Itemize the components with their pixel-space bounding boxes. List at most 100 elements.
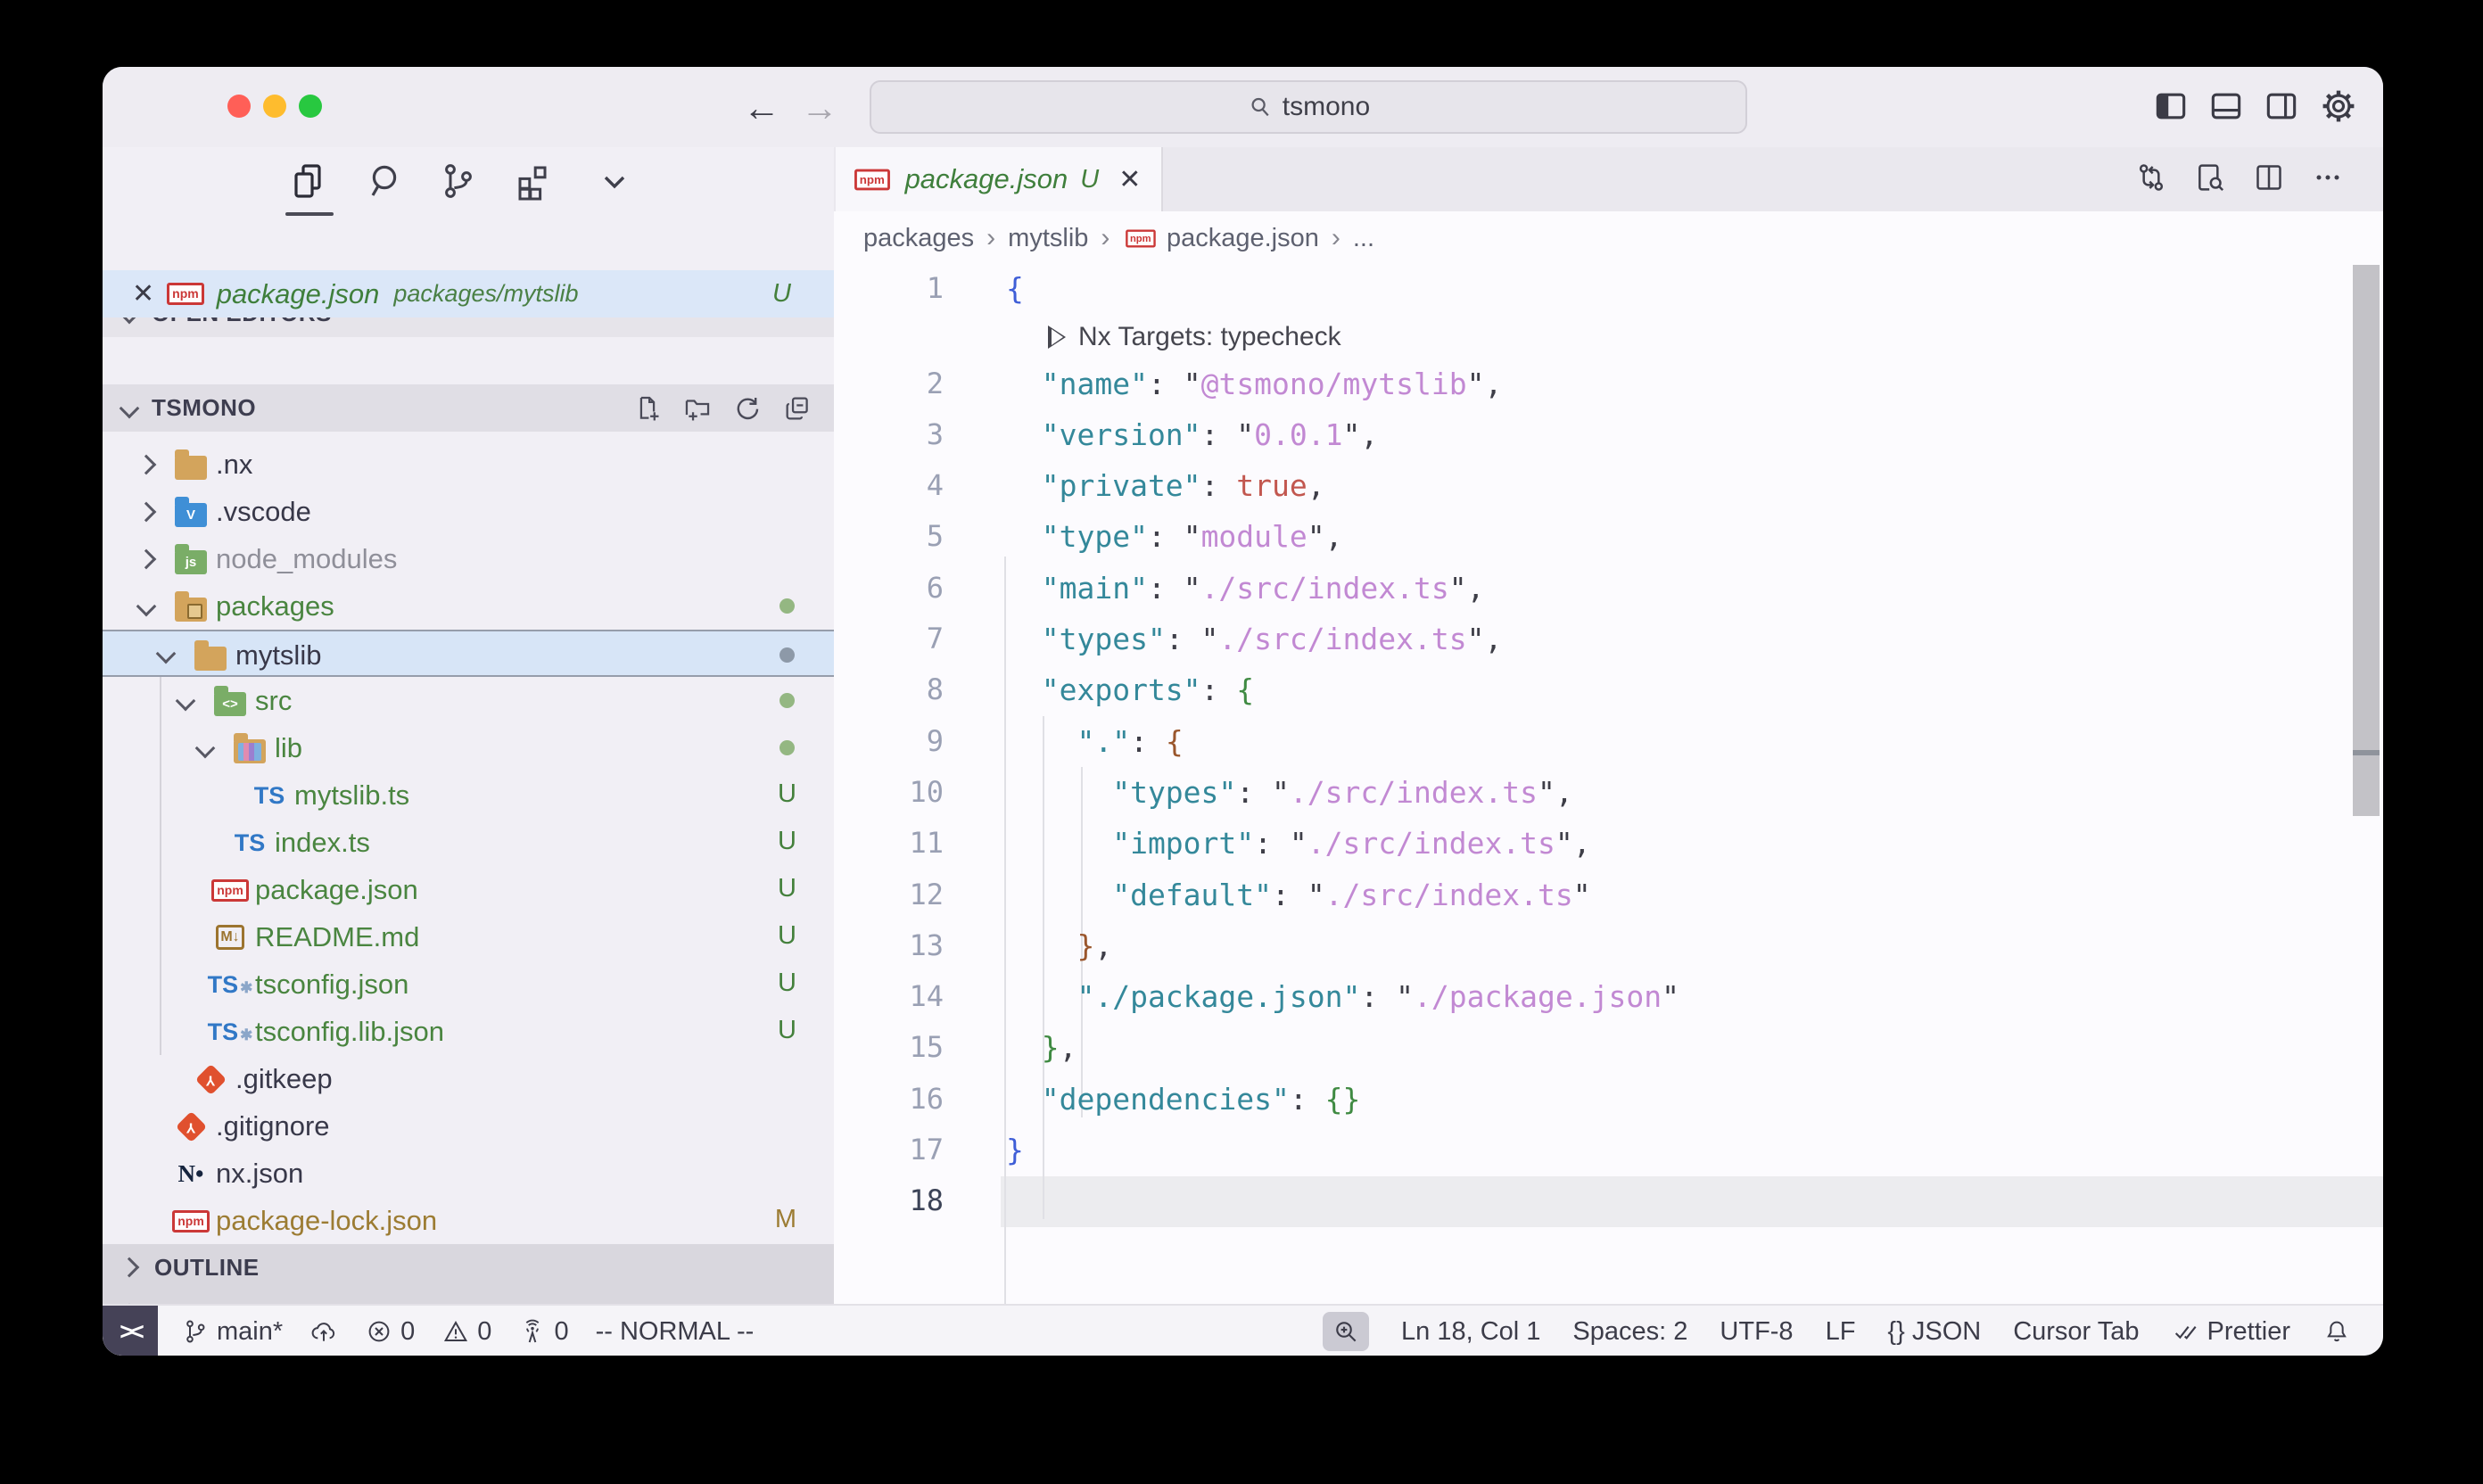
status-item-utf-8[interactable]: UTF-8 bbox=[1720, 1317, 1793, 1347]
breadcrumb-item[interactable]: mytslib bbox=[1008, 224, 1088, 253]
tree-item-.gitignore[interactable]: Y.gitignore bbox=[103, 1102, 834, 1150]
status-item-0[interactable]: 0 bbox=[518, 1317, 568, 1347]
section-header-outline[interactable]: OUTLINE bbox=[103, 1244, 834, 1290]
explorer-icon[interactable] bbox=[286, 160, 329, 202]
back-button[interactable]: ← bbox=[743, 87, 780, 129]
settings-gear-icon[interactable] bbox=[2319, 87, 2358, 126]
open-changes-icon[interactable] bbox=[2133, 160, 2169, 195]
code-line-10: "types": "./src/index.ts", bbox=[1006, 767, 1573, 818]
status-item-0[interactable]: 0 bbox=[365, 1317, 415, 1347]
chevron-right-icon bbox=[120, 1257, 140, 1278]
remote-indicator[interactable]: >< bbox=[103, 1306, 158, 1356]
double-check-icon bbox=[2172, 1317, 2200, 1346]
breadcrumbs: packages›mytslib›npmpackage.json›... bbox=[834, 211, 2383, 265]
status-item-spaces-2[interactable]: Spaces: 2 bbox=[1572, 1317, 1687, 1347]
tree-item-mytslib.ts[interactable]: TSmytslib.tsU bbox=[103, 771, 834, 819]
tree-item-nx.json[interactable]: N•nx.json bbox=[103, 1150, 834, 1197]
toggle-secondary-sidebar-icon[interactable] bbox=[2262, 87, 2301, 126]
status-item-cursor-tab[interactable]: Cursor Tab bbox=[2013, 1317, 2139, 1347]
close-tab-icon[interactable]: ✕ bbox=[1118, 164, 1141, 195]
folder-icon bbox=[194, 647, 227, 671]
chevron-down-icon bbox=[176, 691, 196, 712]
line-number: 3 bbox=[834, 409, 944, 460]
new-folder-icon[interactable] bbox=[682, 393, 713, 424]
status-item--json[interactable]: {} JSON bbox=[1887, 1317, 1981, 1347]
code-line-7: "types": "./src/index.ts", bbox=[1006, 614, 1502, 664]
code-line-5: "type": "module", bbox=[1006, 511, 1343, 562]
code-line-3: "version": "0.0.1", bbox=[1006, 409, 1378, 460]
command-center-search[interactable]: tsmono bbox=[870, 80, 1747, 134]
tree-item-README.md[interactable]: M↓README.mdU bbox=[103, 913, 834, 960]
refresh-icon[interactable] bbox=[732, 393, 763, 424]
codelens-nx-targets[interactable]: Nx Targets: typecheck bbox=[1048, 322, 1341, 352]
more-actions-icon[interactable] bbox=[2310, 160, 2346, 195]
packages-folder-icon bbox=[175, 598, 207, 622]
lib-folder-icon bbox=[234, 739, 266, 763]
breadcrumb-item[interactable]: ... bbox=[1353, 224, 1374, 253]
tree-item-tsconfig.json[interactable]: TS✱tsconfig.jsonU bbox=[103, 960, 834, 1008]
line-number: 6 bbox=[834, 563, 944, 614]
tree-item-.vscode[interactable]: V.vscode bbox=[103, 488, 834, 535]
code-line-12: "default": "./src/index.ts" bbox=[1006, 870, 1591, 920]
line-number: 10 bbox=[834, 767, 944, 818]
new-file-icon[interactable] bbox=[632, 393, 663, 424]
vertical-scrollbar[interactable] bbox=[2353, 265, 2380, 816]
tab-package-json[interactable]: npm package.json U ✕ bbox=[836, 147, 1163, 211]
tree-item-mytslib[interactable]: mytslib bbox=[103, 630, 834, 677]
extensions-icon[interactable] bbox=[511, 160, 554, 202]
explorer-section-header[interactable]: TSMONO bbox=[103, 384, 834, 432]
tree-item-src[interactable]: <>src bbox=[103, 677, 834, 724]
close-editor-icon[interactable]: ✕ bbox=[132, 278, 154, 309]
toggle-primary-sidebar-icon[interactable] bbox=[2151, 87, 2190, 126]
run-icon bbox=[1048, 326, 1066, 349]
tab-bar: npm package.json U ✕ bbox=[834, 147, 2383, 213]
status-item-ln-18-col-1[interactable]: Ln 18, Col 1 bbox=[1401, 1317, 1540, 1347]
chevron-right-icon bbox=[136, 549, 157, 570]
collapse-all-icon[interactable] bbox=[782, 393, 813, 424]
tree-item-label: packages bbox=[216, 590, 334, 622]
search-icon[interactable] bbox=[364, 160, 407, 202]
breadcrumb-item[interactable]: packages bbox=[863, 224, 974, 253]
forward-button[interactable]: → bbox=[801, 87, 838, 129]
tree-item-package.json[interactable]: npmpackage.jsonU bbox=[103, 866, 834, 913]
close-window-button[interactable] bbox=[227, 95, 251, 118]
status-item-main-[interactable]: main* bbox=[181, 1317, 283, 1347]
tree-item-packages[interactable]: packages bbox=[103, 582, 834, 630]
status-item[interactable] bbox=[309, 1317, 338, 1346]
tree-item-index.ts[interactable]: TSindex.tsU bbox=[103, 819, 834, 866]
toggle-panel-icon[interactable] bbox=[2207, 87, 2246, 126]
status-item-prettier[interactable]: Prettier bbox=[2172, 1317, 2290, 1347]
code-line-13: }, bbox=[1006, 920, 1112, 971]
preview-icon[interactable] bbox=[2192, 160, 2228, 195]
minimize-window-button[interactable] bbox=[263, 95, 286, 118]
tree-item-package-lock.json[interactable]: npmpackage-lock.jsonM bbox=[103, 1197, 834, 1244]
radio-tower-icon bbox=[518, 1317, 547, 1346]
tree-item-node_modules[interactable]: jsnode_modules bbox=[103, 535, 834, 582]
breadcrumb-item[interactable]: package.json bbox=[1167, 224, 1319, 253]
status-item-lf[interactable]: LF bbox=[1826, 1317, 1856, 1347]
tree-item-lib[interactable]: lib bbox=[103, 724, 834, 771]
open-editor-filename: package.json bbox=[217, 278, 380, 310]
code-line-9: ".": { bbox=[1006, 716, 1184, 767]
git-icon: Y bbox=[175, 1110, 206, 1142]
status-item-0[interactable]: 0 bbox=[441, 1317, 491, 1347]
status-item[interactable] bbox=[2322, 1317, 2351, 1346]
node-modules-folder-icon: js bbox=[175, 550, 207, 574]
npm-icon: npm bbox=[1126, 229, 1156, 247]
tree-item-.gitkeep[interactable]: Y.gitkeep bbox=[103, 1055, 834, 1102]
line-number: 2 bbox=[834, 359, 944, 409]
zoom-window-button[interactable] bbox=[299, 95, 322, 118]
more-views-chevron-icon[interactable] bbox=[593, 160, 636, 202]
tree-item-tsconfig.lib.json[interactable]: TS✱tsconfig.lib.jsonU bbox=[103, 1008, 834, 1055]
code-editor[interactable]: 123456789101112131415161718 { "name": "@… bbox=[834, 265, 2383, 1304]
code-line-15: }, bbox=[1006, 1022, 1077, 1073]
status-item[interactable] bbox=[1323, 1312, 1369, 1351]
vscode-window: ← → tsmono bbox=[103, 67, 2383, 1356]
split-editor-icon[interactable] bbox=[2251, 160, 2287, 195]
source-control-icon[interactable] bbox=[436, 160, 479, 202]
npm-icon: npm bbox=[854, 169, 889, 190]
line-number: 17 bbox=[834, 1125, 944, 1175]
tree-item-.nx[interactable]: .nx bbox=[103, 441, 834, 488]
status-item--normal-[interactable]: -- NORMAL -- bbox=[596, 1317, 755, 1347]
open-editor-item[interactable]: ✕ npm package.json packages/mytslib U bbox=[103, 270, 834, 317]
